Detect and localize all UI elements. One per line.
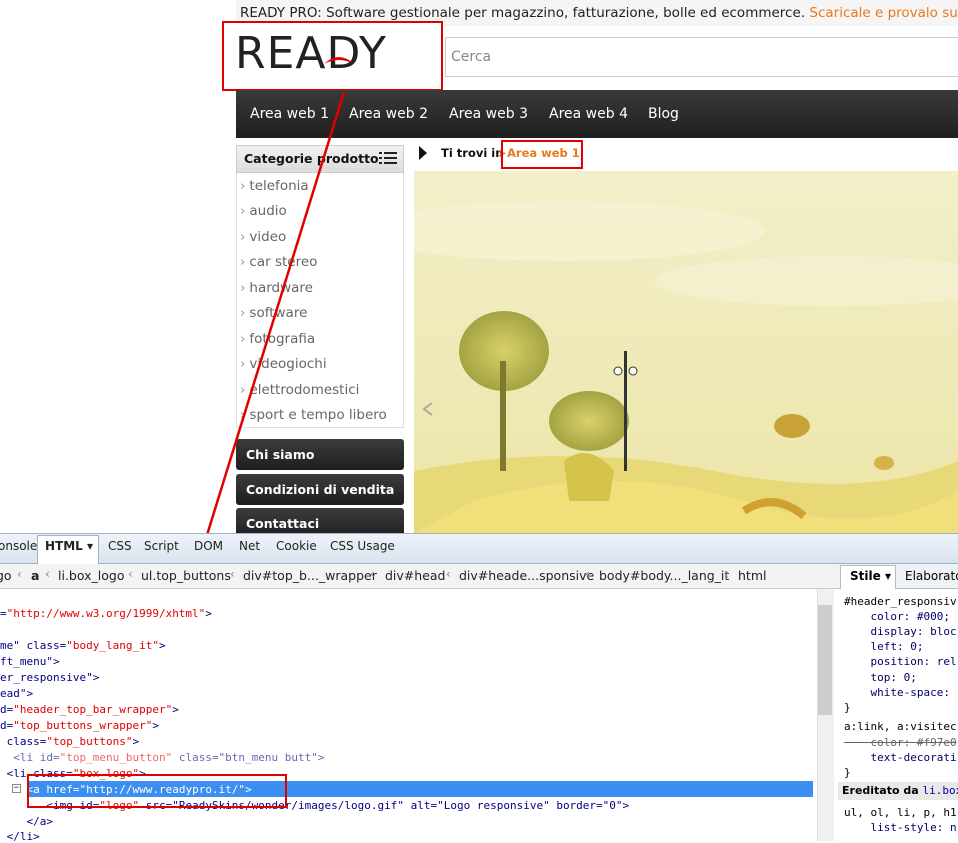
tab-dom[interactable]: DOM xyxy=(194,539,223,553)
style-rule[interactable]: a:link, a:visitec xyxy=(844,720,957,733)
code-line[interactable]: </li> xyxy=(0,830,40,843)
list-menu-icon[interactable] xyxy=(379,151,397,165)
categories-title: Categorie prodotto xyxy=(244,151,379,166)
category-item[interactable]: › audio xyxy=(240,203,287,219)
banner-image xyxy=(414,171,958,533)
crumb-item[interactable]: body#body..._lang_it xyxy=(599,568,729,583)
inherited-label: Ereditato da li.box_ xyxy=(842,784,958,797)
tab-elaborato[interactable]: Elaborato xyxy=(905,569,958,583)
crumb-item[interactable]: ul.top_buttons xyxy=(141,568,231,583)
category-item[interactable]: › telefonia xyxy=(240,178,309,194)
code-annotation-box xyxy=(27,774,287,808)
tab-html[interactable]: HTML ▾ xyxy=(45,539,93,553)
tab-cookie[interactable]: Cookie xyxy=(276,539,317,553)
code-line[interactable]: </a> xyxy=(0,815,53,828)
style-prop-overridden[interactable]: color: #f97e0 xyxy=(844,736,956,749)
breadcrumb-current[interactable]: Area web 1 xyxy=(507,146,580,160)
style-rule[interactable]: #header_responsiv xyxy=(844,595,957,608)
crumb-item[interactable]: div#heade...sponsive xyxy=(459,568,594,583)
breadcrumb-label: Ti trovi in xyxy=(441,146,504,160)
style-prop[interactable]: color: #000; xyxy=(844,610,949,623)
logo-swoosh-icon xyxy=(324,57,354,64)
code-scrollbar-thumb[interactable] xyxy=(818,605,832,715)
style-prop[interactable]: display: bloc xyxy=(844,625,956,638)
style-prop[interactable]: white-space: xyxy=(844,686,949,699)
code-line[interactable]: ft_menu"> xyxy=(0,655,60,668)
code-line[interactable]: me" class="body_lang_it"> xyxy=(0,639,166,652)
crumb-item[interactable]: a xyxy=(31,568,39,583)
condizioni-button[interactable]: Condizioni di vendita xyxy=(236,474,404,505)
code-line[interactable]: class="top_buttons"> xyxy=(0,735,139,748)
nav-area-web-1[interactable]: Area web 1 xyxy=(250,90,329,138)
style-prop[interactable]: left: 0; xyxy=(844,640,923,653)
code-line[interactable]: er_responsive"> xyxy=(0,671,99,684)
chi-siamo-button[interactable]: Chi siamo xyxy=(236,439,404,470)
nav-blog[interactable]: Blog xyxy=(648,90,679,138)
tab-stile[interactable]: Stile ▾ xyxy=(850,569,891,583)
style-prop[interactable]: list-style: n xyxy=(844,821,956,834)
category-item[interactable]: › elettrodomestici xyxy=(240,382,359,398)
category-item[interactable]: › video xyxy=(240,229,286,245)
category-item[interactable]: › fotografia xyxy=(240,331,315,347)
inherited-from-link[interactable]: li.box_ xyxy=(923,784,958,797)
crumb-item[interactable]: html xyxy=(738,568,766,583)
nav-area-web-4[interactable]: Area web 4 xyxy=(549,90,628,138)
side-tab-dropdown-icon[interactable]: ▾ xyxy=(885,569,891,583)
main-nav: Area web 1 Area web 2 Area web 3 Area we… xyxy=(236,90,958,138)
search-input[interactable]: Cerca xyxy=(445,37,958,77)
collapse-node-icon[interactable]: − xyxy=(12,784,21,793)
style-prop[interactable]: position: rel xyxy=(844,655,956,668)
style-close: } xyxy=(844,701,851,714)
tab-net[interactable]: Net xyxy=(239,539,260,553)
category-item[interactable]: › car stereo xyxy=(240,254,317,270)
style-prop[interactable]: top: 0; xyxy=(844,671,916,684)
breadcrumb-arrow-icon xyxy=(419,146,427,160)
category-item[interactable]: › software xyxy=(240,305,307,321)
code-line[interactable]: ="http://www.w3.org/1999/xhtml"> xyxy=(0,607,212,620)
code-line[interactable]: d="header_top_bar_wrapper"> xyxy=(0,703,179,716)
tab-dropdown-icon[interactable]: ▾ xyxy=(87,539,93,553)
category-item[interactable]: › videogiochi xyxy=(240,356,327,372)
code-line[interactable]: d="top_buttons_wrapper"> xyxy=(0,719,159,732)
crumb-item[interactable]: go xyxy=(0,568,12,583)
site-logo[interactable]: READY xyxy=(235,29,387,79)
style-close: } xyxy=(844,766,851,779)
crumb-item[interactable]: div#top_b..._wrapper xyxy=(243,568,377,583)
nav-area-web-2[interactable]: Area web 2 xyxy=(349,90,428,138)
crumb-item[interactable]: li.box_logo xyxy=(58,568,124,583)
code-line[interactable]: <li id="top_menu_button" class="btn_menu… xyxy=(0,751,324,764)
code-line[interactable]: ead"> xyxy=(0,687,33,700)
tab-console[interactable]: onsole xyxy=(0,539,37,553)
category-item[interactable]: › hardware xyxy=(240,280,313,296)
crumb-item[interactable]: div#head xyxy=(385,568,446,583)
announcement-text: READY PRO: Software gestionale per magaz… xyxy=(240,5,806,21)
download-link[interactable]: Scaricale e provalo subito. xyxy=(809,5,958,21)
style-prop[interactable]: text-decorati xyxy=(844,751,956,764)
tab-css-usage[interactable]: CSS Usage xyxy=(330,539,395,553)
tab-css[interactable]: CSS xyxy=(108,539,132,553)
nav-area-web-3[interactable]: Area web 3 xyxy=(449,90,528,138)
style-rule[interactable]: ul, ol, li, p, h1 xyxy=(844,806,957,819)
tab-script[interactable]: Script xyxy=(144,539,179,553)
category-item[interactable]: › sport e tempo libero xyxy=(240,407,387,423)
